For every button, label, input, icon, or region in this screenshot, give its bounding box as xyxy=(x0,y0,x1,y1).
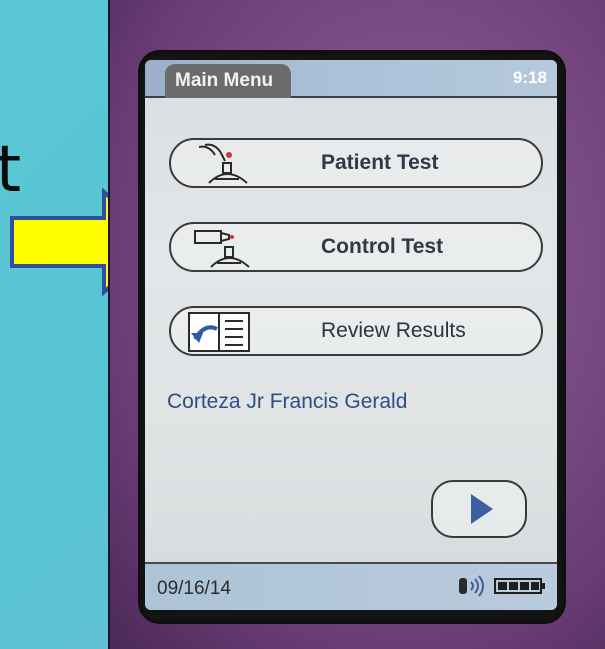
finger-drop-meter-icon xyxy=(198,143,248,184)
patient-test-label: Patient Test xyxy=(321,151,439,174)
review-results-button[interactable]: Review Results xyxy=(169,306,543,356)
title-bar: Main Menu 9:18 xyxy=(145,60,557,98)
clock-time: 9:18 xyxy=(512,68,547,87)
patient-name: Corteza Jr Francis Gerald xyxy=(167,390,408,413)
screen-title: Main Menu xyxy=(165,64,292,98)
device-screen: Main Menu 9:18 Patient Test Control Test… xyxy=(145,60,557,610)
control-test-button[interactable]: Control Test xyxy=(169,222,543,272)
status-bar: 09/16/14 xyxy=(145,562,557,610)
control-vial-meter-icon xyxy=(194,230,250,268)
play-arrow-icon xyxy=(471,494,493,524)
device-photo: Main Menu 9:18 Patient Test Control Test… xyxy=(108,0,605,649)
review-results-label: Review Results xyxy=(321,319,466,342)
battery-full-icon xyxy=(494,578,545,594)
next-button[interactable] xyxy=(431,480,527,538)
control-test-label: Control Test xyxy=(321,235,444,258)
patient-test-button[interactable]: Patient Test xyxy=(169,138,543,188)
status-date: 09/16/14 xyxy=(157,578,231,599)
open-book-icon xyxy=(188,312,250,352)
speaker-icon xyxy=(459,575,484,597)
